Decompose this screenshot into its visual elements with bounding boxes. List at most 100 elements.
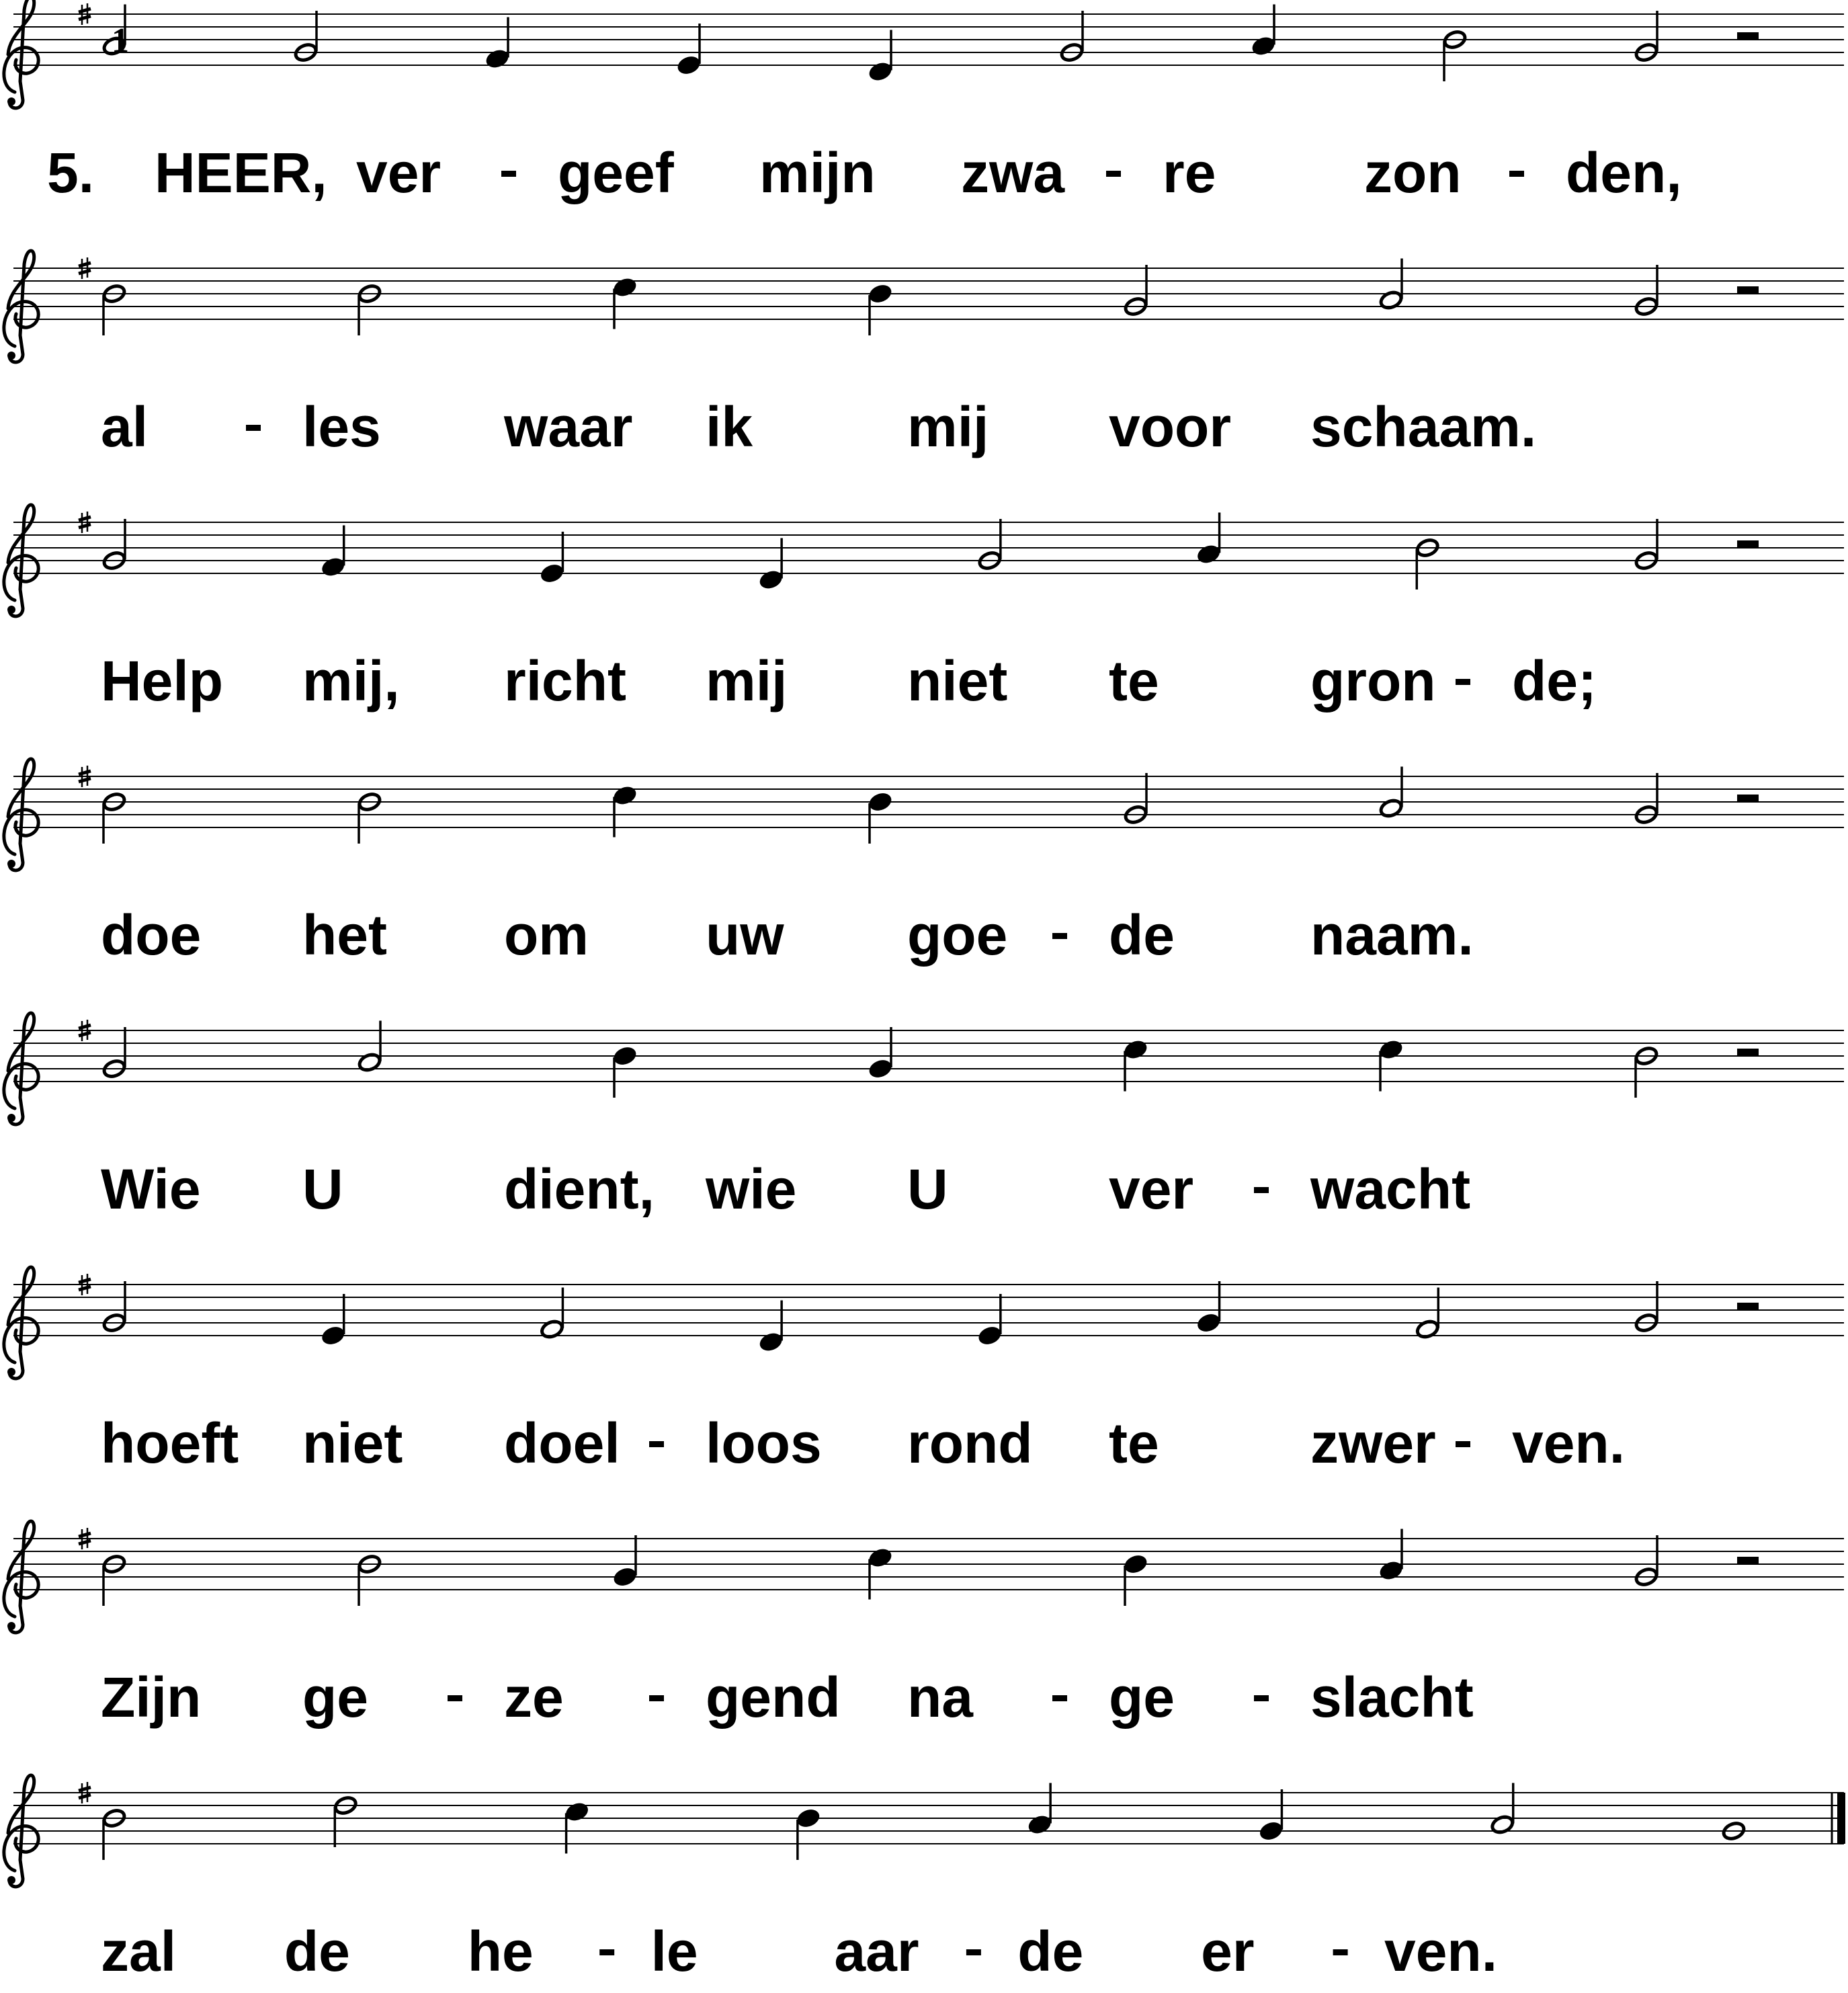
half-rest-icon [1737,286,1759,294]
lyric-syllable: om [504,903,589,967]
note [1252,4,1275,55]
staff-lines [13,776,1844,828]
half-rest-icon [1737,540,1759,548]
staff-lines [13,1792,1844,1844]
note [358,284,382,335]
lyric-syllable: doel [504,1412,620,1475]
lyric-syllable: zal [101,1920,176,1983]
staff-system: Wie Udient, wie Uver wacht [2,1011,1844,1221]
half-rest-icon [1737,795,1759,802]
lyric-syllable: ze [504,1666,564,1729]
note [869,1027,892,1077]
lyric-syllable: de [1017,1920,1083,1983]
lyric-syllable: ver [356,141,441,204]
note [102,519,126,570]
note [868,793,892,844]
lyric-syllable: ik [706,395,753,458]
staff-lines [13,13,1844,66]
note [1634,1535,1658,1586]
staff-lines [13,268,1844,320]
lyric-syllable: le [651,1920,698,1983]
lyric-syllable: hoeft [101,1412,239,1475]
note [1415,1287,1440,1339]
lyric-syllable: zwa [961,141,1065,204]
lyric-hyphen [448,1695,462,1701]
lyric-hyphen [1456,1441,1470,1447]
lyric-hyphen [1254,1187,1269,1193]
lyric-syllable: al [101,395,148,458]
lyric-syllable: loos [706,1412,822,1475]
note [677,24,701,74]
note [613,1047,636,1098]
note [1198,512,1221,563]
lyric-hyphen [1254,1695,1269,1701]
note [869,30,892,81]
lyric-line: doe het om uw goe de naam. [101,903,1474,967]
staff-system: al les waar ik mij voor schaam. [2,249,1844,458]
note [102,1027,126,1078]
note [1634,11,1658,62]
note [358,792,382,844]
note [541,532,564,582]
staff-system: doe het om uw goe de naam. [2,757,1844,967]
lyric-syllable: mij [907,395,989,458]
lyric-syllable: niet [302,1412,403,1475]
note [868,285,892,335]
staff-lines [13,522,1844,574]
lyric-line: al les waar ik mij voor schaam. [101,395,1536,458]
lyric-hyphen [649,1441,664,1447]
lyric-syllable: de [284,1920,350,1983]
note [322,1294,345,1344]
note [1379,258,1403,310]
lyric-syllable: naam. [1310,903,1474,967]
lyric-syllable: richt [504,649,626,713]
lyric-syllable: de; [1512,649,1597,713]
staff-system: Zijn ge ze gend na ge slacht [2,1519,1844,1729]
lyric-hyphen [966,1949,981,1955]
half-rest-icon [1737,1303,1759,1310]
lyric-hyphen [1456,679,1470,685]
note [322,525,345,576]
staff-lines [13,1538,1844,1590]
lyric-hyphen [1106,171,1121,177]
note [1124,773,1148,824]
staff-lines [13,1030,1844,1082]
note [1124,1555,1147,1606]
note [1634,773,1658,824]
lyric-syllable: ven. [1384,1920,1497,1983]
note [1198,1281,1221,1332]
lyric-syllable: ge [302,1666,368,1729]
note [1379,766,1403,818]
staff-system: Help mij, richt mij niet te gron de; [2,503,1844,713]
staff-system: hoeft niet doel loos rond te zwer ven. [2,1265,1844,1475]
note [102,1809,126,1860]
lyric-line: 5. HEER, ver geef mijn zwa re zon den, [47,141,1682,204]
note [1028,1783,1052,1834]
lyric-syllable: voor [1109,395,1231,458]
lyric-syllable: zwer [1310,1412,1436,1475]
lyric-syllable: mij [706,649,787,713]
lyric-line: Zijn ge ze gend na ge slacht [101,1666,1474,1729]
note [486,17,509,68]
lyric-hyphen [246,425,261,431]
note [358,1020,382,1072]
lyric-syllable: de [1109,903,1175,967]
note [1124,1041,1147,1092]
lyric-line: Wie Udient, wie Uver wacht [101,1157,1470,1221]
lyric-syllable: zon [1364,141,1462,204]
lyric-line: Help mij, richt mij niet te gron de; [101,649,1597,713]
note [1634,1281,1658,1332]
note [868,1549,892,1600]
lyric-syllable: uw [706,903,784,967]
lyric-line: zal de he le aar de er ven. [101,1920,1497,1983]
note [564,1803,588,1854]
lyric-syllable: goe [907,903,1007,967]
lyric-syllable: geef [558,141,675,204]
note [1634,1047,1658,1098]
note [333,1796,358,1847]
lyric-syllable: schaam. [1310,395,1536,458]
lyric-syllable: te [1109,649,1159,713]
note [1124,265,1148,316]
lyric-syllable: ge [1109,1666,1175,1729]
note [613,278,636,329]
